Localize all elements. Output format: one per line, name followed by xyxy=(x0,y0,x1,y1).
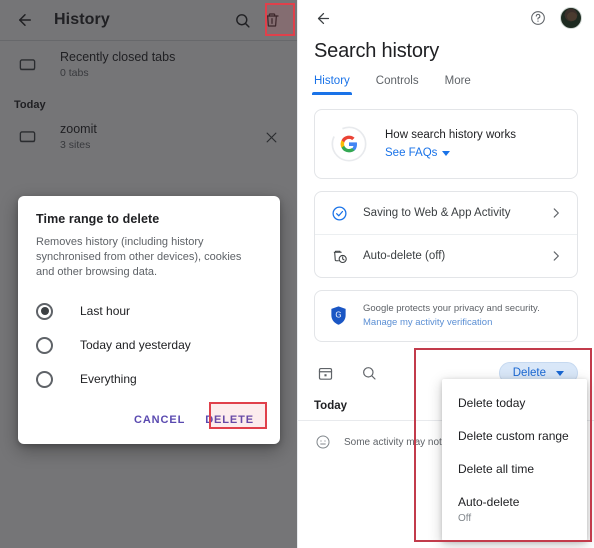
chevron-down-icon xyxy=(442,150,451,156)
help-circle-icon[interactable] xyxy=(526,6,550,30)
faq-card-title: How search history works xyxy=(385,129,517,141)
radio-icon[interactable] xyxy=(36,336,53,354)
highlight-box-delete-button xyxy=(209,402,267,429)
time-range-to-delete-dialog: Time range to delete Removes history (in… xyxy=(18,196,280,444)
privacy-protection-card[interactable]: G Google protects your privacy and secur… xyxy=(314,290,578,342)
dialog-title: Time range to delete xyxy=(36,212,160,226)
see-faqs-label: See FAQs xyxy=(385,147,438,159)
search-icon[interactable] xyxy=(358,362,380,384)
tab-controls[interactable]: Controls xyxy=(376,75,419,95)
see-faqs-link[interactable]: See FAQs xyxy=(385,147,563,159)
list-item-label: Auto-delete (off) xyxy=(363,250,446,262)
menu-item-delete-custom-range[interactable]: Delete custom range xyxy=(442,420,587,453)
back-arrow-icon[interactable] xyxy=(310,5,336,31)
tab-bar: History Controls More xyxy=(298,63,594,95)
manage-activity-verification-link[interactable]: Manage my activity verification xyxy=(363,316,540,330)
list-item-label: Saving to Web & App Activity xyxy=(363,207,511,219)
highlight-box-trash-icon xyxy=(265,3,295,36)
google-g-logo-icon xyxy=(329,124,369,164)
chevron-right-icon xyxy=(549,249,563,263)
radio-label: Last hour xyxy=(80,304,131,318)
chevron-down-icon xyxy=(556,370,564,376)
menu-item-auto-delete-label: Auto-delete xyxy=(458,495,520,509)
search-history-topbar xyxy=(298,0,594,36)
right-panel-search-history: Search history History Controls More How… xyxy=(297,0,594,548)
dialog-body-text: Removes history (including history synch… xyxy=(36,236,242,278)
tab-more[interactable]: More xyxy=(445,75,471,95)
menu-item-auto-delete[interactable]: Auto-delete Off xyxy=(442,486,587,535)
radio-icon[interactable] xyxy=(36,370,53,388)
shield-g-icon: G xyxy=(329,305,349,327)
tab-history[interactable]: History xyxy=(312,75,352,95)
delete-chip-label: Delete xyxy=(512,367,546,379)
chevron-right-icon xyxy=(549,206,563,220)
delete-dropdown-menu: Delete today Delete custom range Delete … xyxy=(442,379,587,541)
screenshot-root: History Recently closed tabs 0 tabs xyxy=(0,0,594,548)
menu-item-delete-all-time[interactable]: Delete all time xyxy=(442,453,587,486)
radio-option-everything[interactable]: Everything xyxy=(36,362,262,396)
settings-list-card: Saving to Web & App Activity Auto-delete… xyxy=(314,191,578,278)
radio-label: Everything xyxy=(80,372,137,386)
radio-label: Today and yesterday xyxy=(80,338,191,352)
list-item-auto-delete[interactable]: Auto-delete (off) xyxy=(315,234,577,277)
left-panel-chrome-history: History Recently closed tabs 0 tabs xyxy=(0,0,297,548)
how-search-history-works-card[interactable]: How search history works See FAQs xyxy=(314,109,578,179)
list-item-saving-to-web-app-activity[interactable]: Saving to Web & App Activity xyxy=(315,192,577,234)
activity-note-text: Some activity may not a xyxy=(344,436,451,448)
menu-item-auto-delete-status: Off xyxy=(458,513,472,524)
time-range-radio-group: Last hour Today and yesterday Everything xyxy=(36,294,262,396)
radio-option-today-and-yesterday[interactable]: Today and yesterday xyxy=(36,328,262,362)
menu-item-delete-today[interactable]: Delete today xyxy=(442,387,587,420)
info-face-icon xyxy=(314,433,332,451)
svg-text:G: G xyxy=(335,310,341,319)
check-circle-icon xyxy=(329,203,349,223)
radio-icon-selected[interactable] xyxy=(36,302,53,320)
auto-delete-icon xyxy=(329,246,349,266)
dialog-action-bar: CANCEL DELETE xyxy=(36,402,267,436)
radio-option-last-hour[interactable]: Last hour xyxy=(36,294,262,328)
avatar[interactable] xyxy=(560,7,582,29)
privacy-card-text: Google protects your privacy and securit… xyxy=(363,302,540,330)
privacy-line-1: Google protects your privacy and securit… xyxy=(363,303,540,314)
cancel-button[interactable]: CANCEL xyxy=(126,408,193,432)
faq-card-text: How search history works See FAQs xyxy=(385,129,563,159)
calendar-icon[interactable] xyxy=(314,362,336,384)
page-title: Search history xyxy=(314,40,440,62)
